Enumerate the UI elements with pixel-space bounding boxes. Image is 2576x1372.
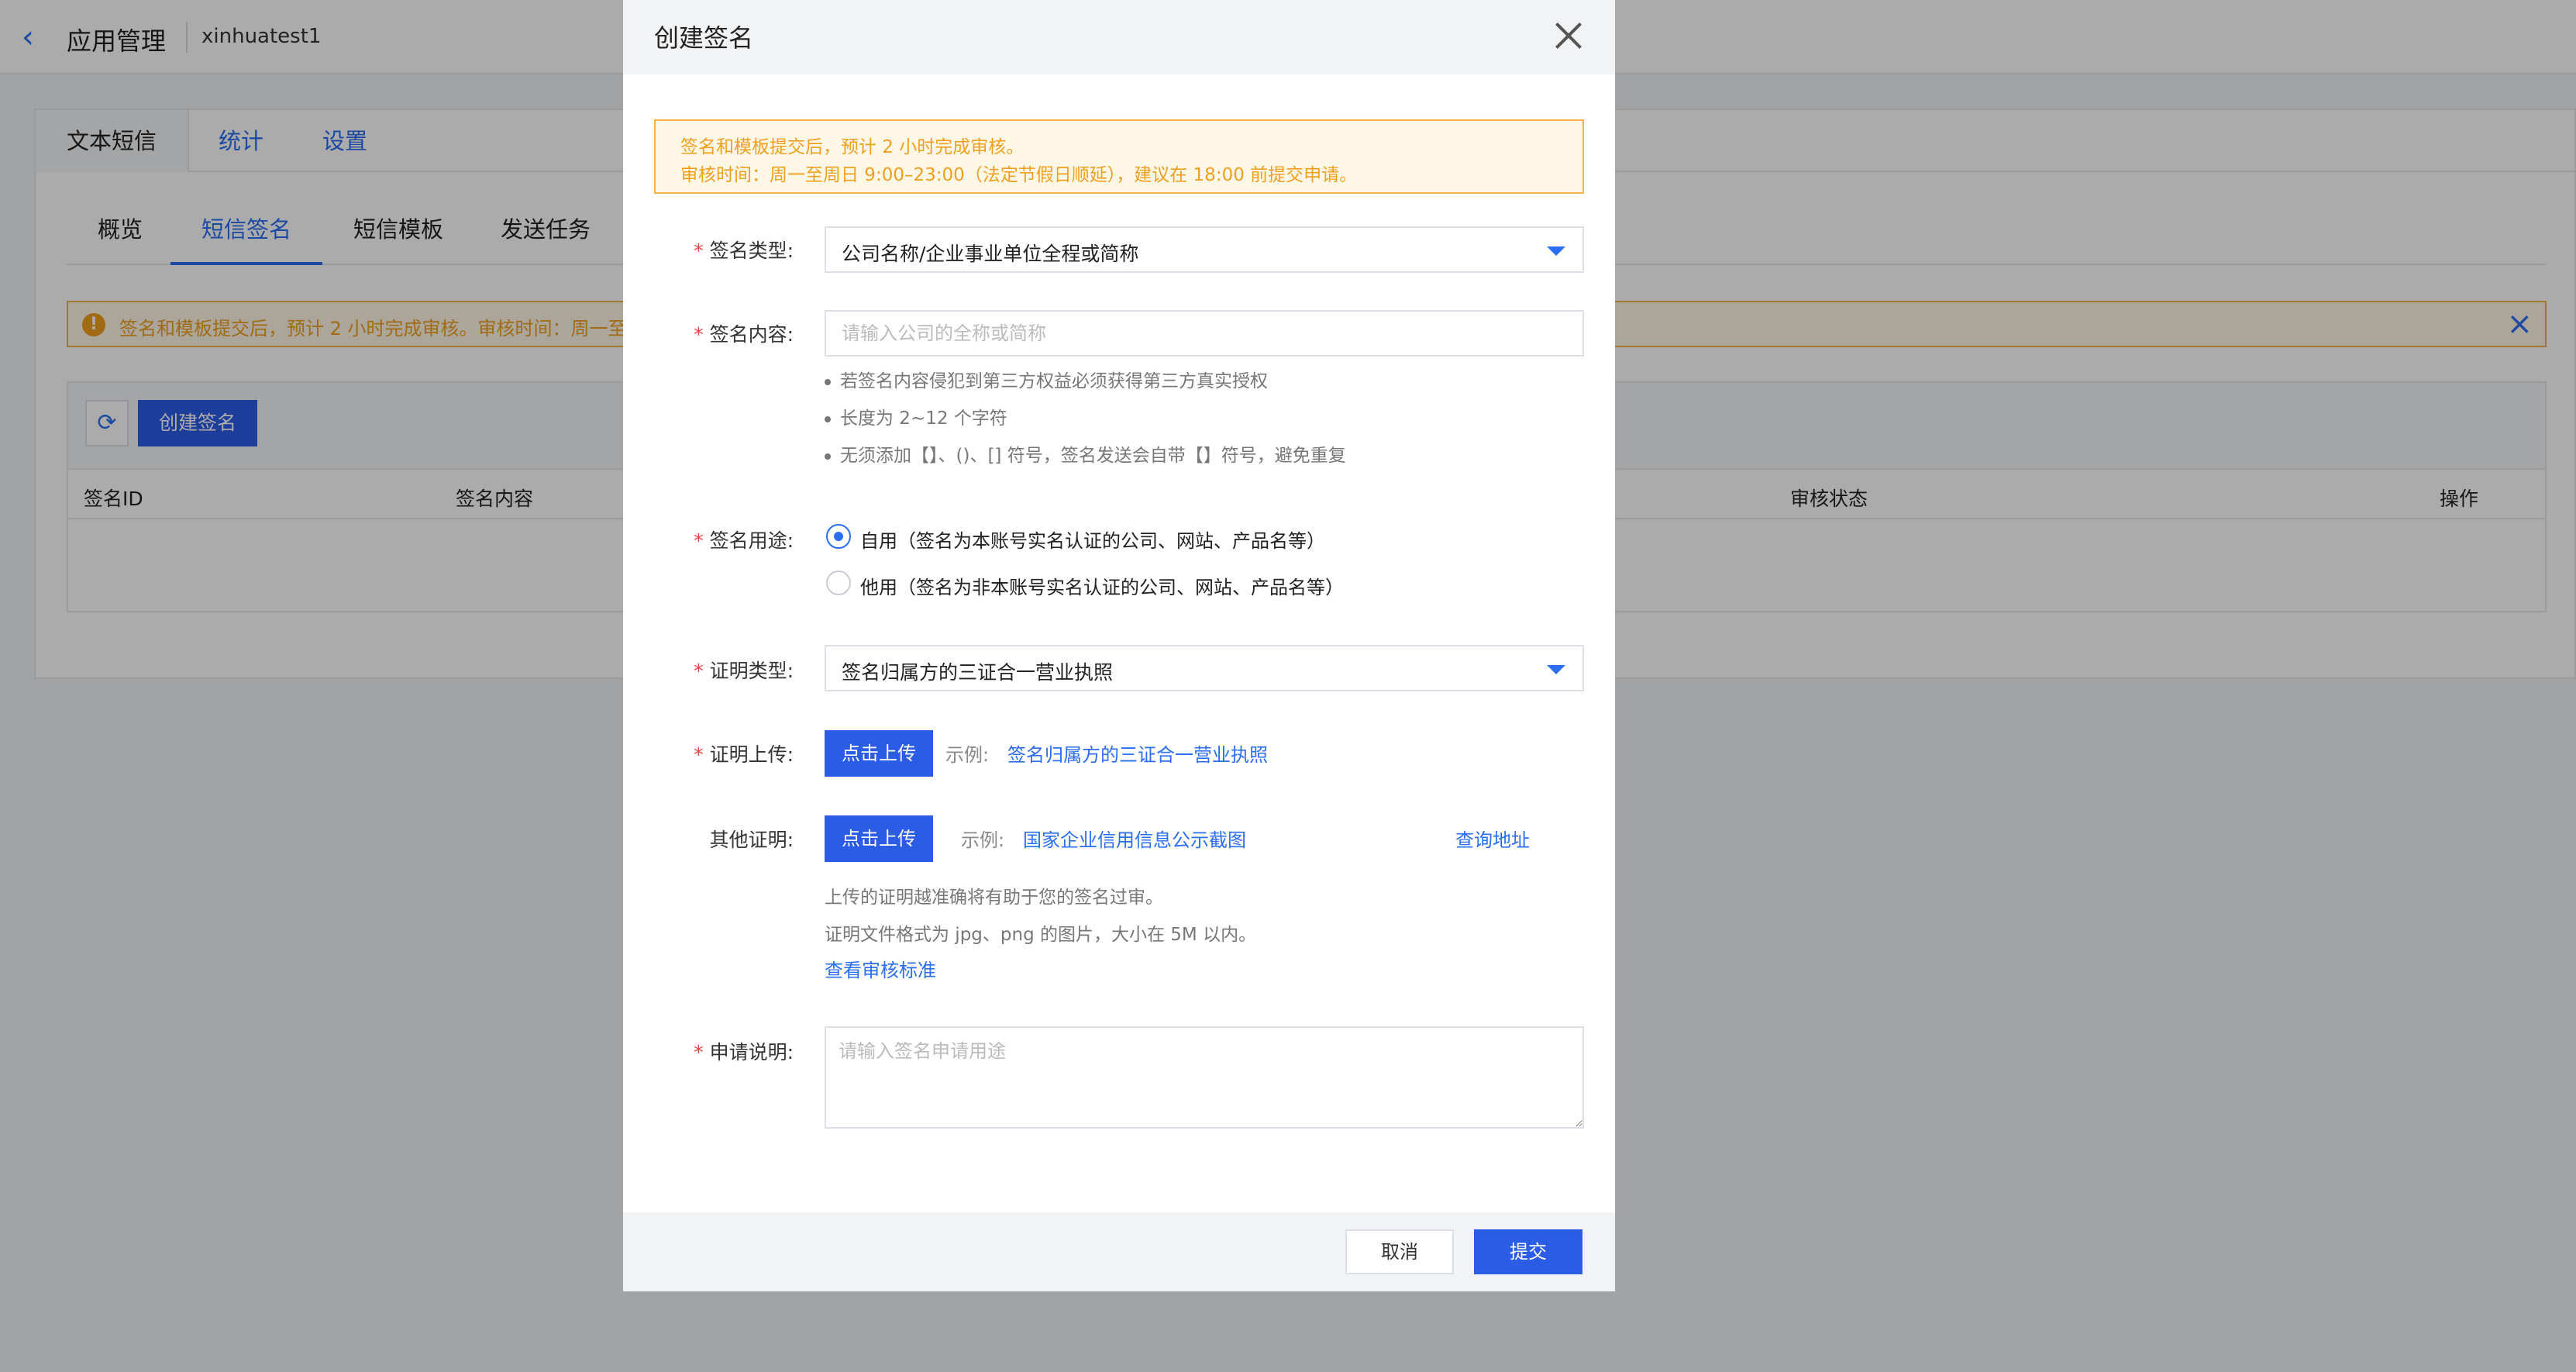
application-note-label: 申请说明: xyxy=(694,1037,794,1065)
other-cert-desc-1: 上传的证明越准确将有助于您的签名过审。 xyxy=(825,888,1163,908)
other-cert-upload-button[interactable]: 点击上传 xyxy=(825,815,933,862)
review-alert: 签名和模板提交后，预计 2 小时完成审核。 审核时间：周一至周日 9:00–23… xyxy=(654,119,1584,194)
modal-title: 创建签名 xyxy=(654,23,754,53)
application-note-textarea[interactable] xyxy=(825,1026,1584,1129)
hint-item: 长度为 2~12 个字符 xyxy=(825,403,1007,429)
alert-line-1: 签名和模板提交后，预计 2 小时完成审核。 xyxy=(680,137,1025,157)
modal-footer: 取消 提交 xyxy=(623,1212,1615,1291)
cert-type-label: 证明类型: xyxy=(694,656,794,684)
sign-type-value: 公司名称/企业事业单位全程或简称 xyxy=(842,243,1139,265)
sign-usage-label: 签名用途: xyxy=(694,526,794,553)
submit-button[interactable]: 提交 xyxy=(1474,1229,1582,1274)
close-icon[interactable] xyxy=(1551,19,1586,53)
hint-item: 若签名内容侵犯到第三方权益必须获得第三方真实授权 xyxy=(825,366,1268,392)
sign-content-input[interactable] xyxy=(825,310,1584,357)
usage-self-label[interactable]: 自用（签名为本账号实名认证的公司、网站、产品名等） xyxy=(860,526,1325,553)
create-signature-modal: 创建签名 签名和模板提交后，预计 2 小时完成审核。 审核时间：周一至周日 9:… xyxy=(623,0,1615,1291)
cert-type-select[interactable]: 签名归属方的三证合一营业执照 xyxy=(825,645,1584,691)
cancel-button[interactable]: 取消 xyxy=(1345,1229,1454,1274)
chevron-down-icon xyxy=(1547,246,1565,256)
other-cert-example-link[interactable]: 国家企业信用信息公示截图 xyxy=(1023,825,1246,852)
chevron-down-icon xyxy=(1547,665,1565,674)
example-label: 示例: xyxy=(961,829,1005,851)
usage-other-radio[interactable] xyxy=(826,571,851,595)
cert-example-link[interactable]: 签名归属方的三证合一营业执照 xyxy=(1007,739,1268,767)
usage-self-radio[interactable] xyxy=(826,524,851,549)
cert-upload-label: 证明上传: xyxy=(694,739,794,767)
hint-item: 无须添加【】、()、[] 符号，签名发送会自带【】符号，避免重复 xyxy=(825,440,1346,467)
other-cert-label: 其他证明: xyxy=(709,829,794,851)
other-cert-desc-2: 证明文件格式为 jpg、png 的图片，大小在 5M 以内。 xyxy=(825,925,1257,945)
example-label: 示例: xyxy=(945,744,990,766)
sign-content-label: 签名内容: xyxy=(694,319,794,347)
alert-line-2: 审核时间：周一至周日 9:00–23:00（法定节假日顺延），建议在 18:00… xyxy=(680,165,1358,185)
cert-type-value: 签名归属方的三证合一营业执照 xyxy=(842,661,1114,684)
review-standard-link[interactable]: 查看审核标准 xyxy=(825,955,936,982)
cert-upload-button[interactable]: 点击上传 xyxy=(825,730,933,777)
sign-type-select[interactable]: 公司名称/企业事业单位全程或简称 xyxy=(825,226,1584,273)
usage-other-label[interactable]: 他用（签名为非本账号实名认证的公司、网站、产品名等） xyxy=(860,572,1344,599)
sign-type-label: 签名类型: xyxy=(694,236,794,264)
modal-header: 创建签名 xyxy=(623,0,1615,74)
query-address-link[interactable]: 查询地址 xyxy=(1455,825,1530,852)
